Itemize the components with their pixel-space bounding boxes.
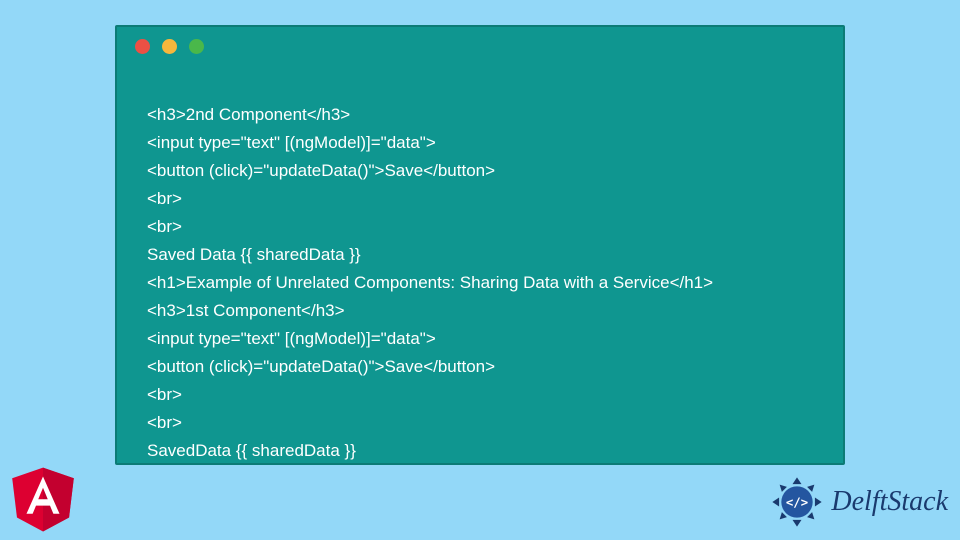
code-line: <br> <box>147 385 182 404</box>
code-line: <h3>2nd Component</h3> <box>147 105 350 124</box>
code-line: <input type="text" [(ngModel)]="data"> <box>147 329 436 348</box>
code-line: <input type="text" [(ngModel)]="data"> <box>147 133 436 152</box>
minimize-icon[interactable] <box>162 39 177 54</box>
code-line: SavedData {{ sharedData }} <box>147 441 356 460</box>
code-line: <h1>Example of Unrelated Components: Sha… <box>147 273 713 292</box>
code-line: <br> <box>147 189 182 208</box>
svg-text:</>: </> <box>786 495 808 509</box>
code-line: <h3>1st Component</h3> <box>147 301 345 320</box>
code-line: <br> <box>147 217 182 236</box>
code-line: <button (click)="updateData()">Save</but… <box>147 357 495 376</box>
maximize-icon[interactable] <box>189 39 204 54</box>
code-line: <br> <box>147 413 182 432</box>
close-icon[interactable] <box>135 39 150 54</box>
delftstack-logo: </> DelftStack <box>769 474 948 530</box>
code-line: <button (click)="updateData()">Save</but… <box>147 161 495 180</box>
code-line: Saved Data {{ sharedData }} <box>147 245 361 264</box>
delftstack-badge-icon: </> <box>769 474 825 530</box>
code-window: <h3>2nd Component</h3> <input type="text… <box>115 25 845 465</box>
window-titlebar <box>117 27 843 65</box>
angular-logo-icon <box>8 460 78 534</box>
delftstack-logo-text: DelftStack <box>831 486 948 518</box>
code-body: <h3>2nd Component</h3> <input type="text… <box>117 65 843 465</box>
